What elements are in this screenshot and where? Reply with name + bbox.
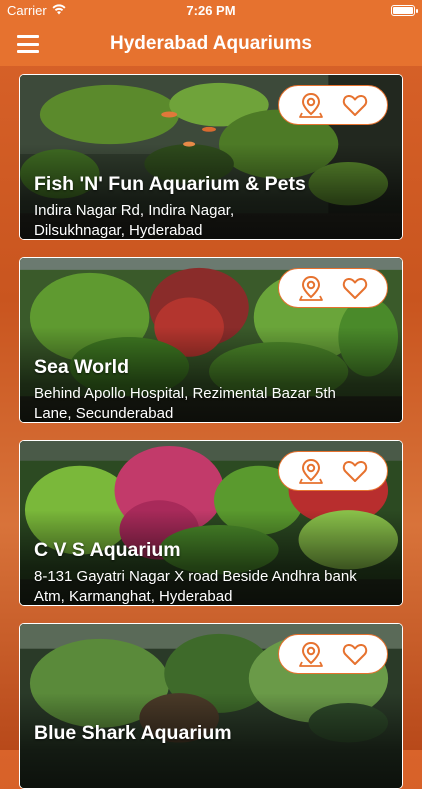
address-line: Atm, Karmanghat, Hyderabad xyxy=(34,588,233,605)
aquarium-name: Sea World xyxy=(34,356,129,378)
heart-icon[interactable] xyxy=(341,274,369,302)
aquarium-card[interactable]: Blue Shark Aquarium xyxy=(19,623,403,789)
aquarium-name: Blue Shark Aquarium xyxy=(34,722,232,744)
status-time: 7:26 PM xyxy=(186,3,236,18)
map-pin-icon[interactable] xyxy=(297,91,325,119)
page-title: Hyderabad Aquariums xyxy=(109,33,312,54)
aquarium-address: 8-131 Gayatri Nagar X road Beside Andhra… xyxy=(34,567,390,605)
aquarium-name: C V S Aquarium xyxy=(34,539,181,561)
heart-icon[interactable] xyxy=(341,457,369,485)
address-line: Indira Nagar Rd, Indira Nagar, xyxy=(34,202,235,219)
card-actions xyxy=(278,451,388,491)
aquarium-address: Indira Nagar Rd, Indira Nagar, Dilsukhna… xyxy=(34,201,390,239)
address-line: Lane, Secunderabad xyxy=(34,405,174,422)
nav-bar: Hyderabad Aquariums xyxy=(0,22,422,66)
aquarium-card[interactable]: Sea World Behind Apollo Hospital, Rezime… xyxy=(19,257,403,423)
aquarium-card[interactable]: Fish 'N' Fun Aquarium & Pets Indira Naga… xyxy=(19,74,403,240)
battery-icon xyxy=(391,5,418,16)
address-line: 8-131 Gayatri Nagar X road Beside Andhra… xyxy=(34,568,357,585)
card-actions xyxy=(278,268,388,308)
map-pin-icon[interactable] xyxy=(297,640,325,668)
heart-icon[interactable] xyxy=(341,91,369,119)
map-pin-icon[interactable] xyxy=(297,274,325,302)
aquarium-address: Behind Apollo Hospital, Rezimental Bazar… xyxy=(34,384,390,422)
address-line: Behind Apollo Hospital, Rezimental Bazar… xyxy=(34,385,336,402)
card-actions xyxy=(278,85,388,125)
map-pin-icon[interactable] xyxy=(297,457,325,485)
aquarium-card[interactable]: C V S Aquarium 8-131 Gayatri Nagar X roa… xyxy=(19,440,403,606)
address-line: Dilsukhnagar, Hyderabad xyxy=(34,222,203,239)
card-actions xyxy=(278,634,388,674)
aquarium-name: Fish 'N' Fun Aquarium & Pets xyxy=(34,173,306,195)
status-bar: Carrier 7:26 PM xyxy=(0,0,422,22)
heart-icon[interactable] xyxy=(341,640,369,668)
